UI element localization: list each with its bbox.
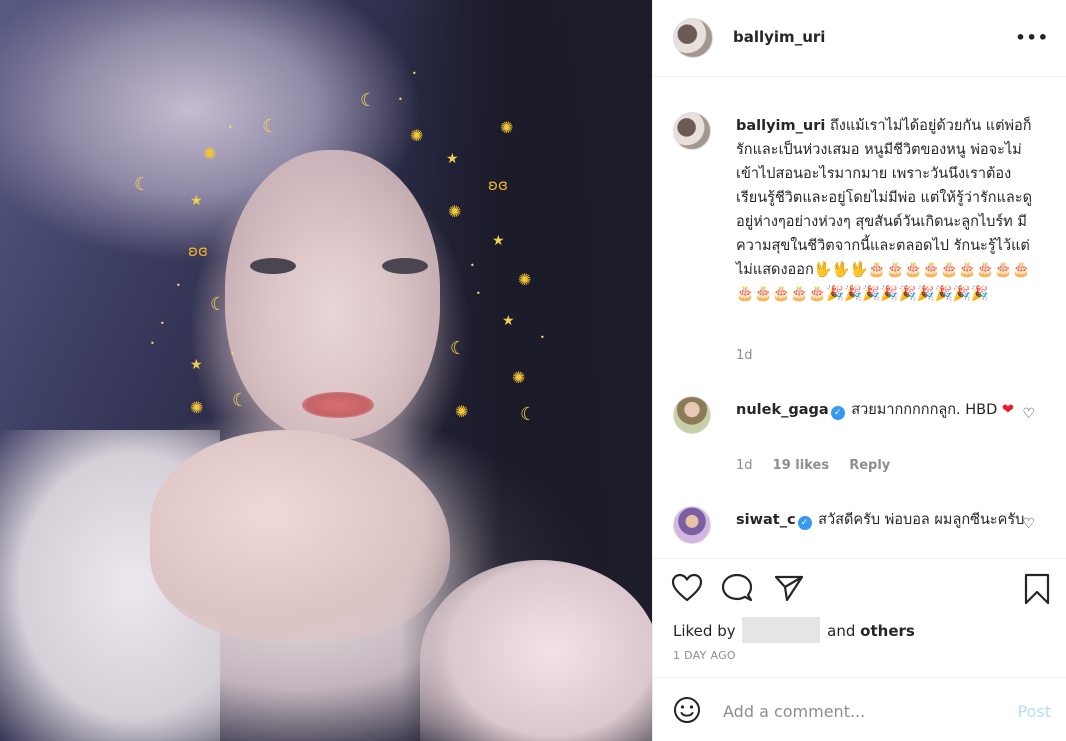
comment-body: สวัสดีครับ พ่อบอล ผมลูกซีนะครับ [818, 512, 1025, 528]
filter-moon: ☾ [210, 294, 227, 315]
liked-by: Liked by and others [673, 617, 915, 643]
avatar[interactable] [673, 112, 711, 150]
filter-dot: • [150, 339, 155, 348]
comments-list[interactable]: ballyim_uri ถึงแม้เราไม่ได้อยู่ด้วยกัน แ… [653, 78, 1066, 558]
filter-star: ★ [190, 193, 203, 209]
photo-lips [302, 392, 374, 418]
filter-sun: ✺ [455, 402, 469, 421]
comment-like-heart-icon[interactable]: ♡ [1022, 406, 1035, 422]
caption-time[interactable]: 1d [736, 348, 753, 363]
post-side-panel: ballyim_uri ••• ballyim_uri ถึงแม้เราไม่… [652, 0, 1066, 741]
filter-sun: ✺ [410, 126, 424, 145]
filter-butterfly: ʚɞ [488, 176, 508, 194]
filter-dot: • [412, 69, 417, 78]
filter-dot: • [228, 123, 233, 132]
filter-dot: • [160, 319, 165, 328]
liked-by-prefix: Liked by [673, 622, 736, 640]
filter-sun: ✺ [203, 144, 217, 163]
bookmark-icon[interactable] [1023, 573, 1051, 609]
filter-sun: ✺ [518, 270, 532, 289]
post-photo[interactable]: ☾ ☾ ☾ ☾ ☾ ☾ ☾ ✺ ✺ ✺ ✺ ✺ ✺ ✺ ✺ ★ ★ ★ ★ ★ … [0, 0, 652, 741]
filter-sun: ✺ [512, 368, 526, 387]
filter-star: ★ [446, 151, 459, 167]
filter-butterfly: ʚɞ [188, 242, 208, 260]
filter-dot: • [476, 289, 481, 298]
comment-like-heart-icon[interactable]: ♡ [1022, 516, 1035, 532]
comment-time[interactable]: 1d [736, 458, 753, 473]
comment-username[interactable]: nulek_gaga [736, 402, 829, 418]
liked-by-redacted-user [742, 617, 821, 643]
filter-moon: ☾ [360, 90, 377, 111]
filter-moon: ☾ [520, 404, 537, 425]
liked-by-others-link[interactable]: others [860, 622, 915, 640]
photo-eye-right [382, 258, 428, 274]
verified-badge-icon: ✓ [797, 516, 812, 530]
verified-badge-icon: ✓ [830, 406, 845, 420]
caption-text: ballyim_uri ถึงแม้เราไม่ได้อยู่ด้วยกัน แ… [736, 114, 1041, 306]
post-username[interactable]: ballyim_uri [733, 28, 825, 46]
filter-dot: • [540, 333, 545, 342]
filter-dot: • [230, 349, 235, 358]
comment-text: nulek_gaga ✓ สวยมากกกกกลูก. HBD ❤ [736, 398, 1026, 422]
filter-dot: • [176, 281, 181, 290]
comment-username[interactable]: siwat_c [736, 512, 796, 528]
caption-body: ถึงแม้เราไม่ได้อยู่ด้วยกัน แต่พ่อก็รักแล… [736, 118, 1033, 302]
liked-by-and: and [827, 622, 856, 640]
filter-star: ★ [190, 357, 203, 373]
filter-star: ★ [502, 313, 515, 329]
comment-meta: 1d 19 likes Reply [736, 458, 906, 473]
emoji-icon[interactable] [673, 696, 701, 728]
caption-username[interactable]: ballyim_uri [736, 118, 825, 134]
filter-star: ★ [492, 233, 505, 249]
filter-moon: ☾ [134, 174, 151, 195]
more-options-icon[interactable]: ••• [1015, 28, 1049, 47]
comment-body: สวยมากกกกกลูก. HBD [851, 402, 998, 418]
comment-text: siwat_c ✓ สวัสดีครับ พ่อบอล ผมลูกซีนะครับ [736, 508, 1026, 532]
heart-icon[interactable] [671, 573, 703, 607]
post-date[interactable]: 1 DAY AGO [673, 649, 736, 662]
filter-moon: ☾ [450, 338, 467, 359]
avatar[interactable] [673, 18, 713, 58]
post-actions: Liked by and others 1 DAY AGO [653, 558, 1066, 676]
post-header: ballyim_uri ••• [653, 0, 1066, 77]
filter-sun: ✺ [190, 398, 204, 417]
filter-moon: ☾ [232, 390, 249, 411]
filter-dot: • [470, 261, 475, 270]
avatar[interactable] [673, 506, 711, 544]
post-button[interactable]: Post [1018, 702, 1051, 721]
filter-dot: • [398, 95, 403, 104]
filter-moon: ☾ [262, 116, 279, 137]
filter-sun: ✺ [500, 118, 514, 137]
comment-input[interactable] [723, 698, 993, 724]
add-comment-bar: Post [653, 677, 1066, 741]
comment-icon[interactable] [721, 573, 753, 607]
share-icon[interactable] [773, 573, 805, 607]
filter-sun: ✺ [448, 202, 462, 221]
red-heart-emoji: ❤ [1001, 402, 1015, 418]
comment-likes[interactable]: 19 likes [773, 458, 829, 473]
avatar[interactable] [673, 396, 711, 434]
photo-eye-left [250, 258, 296, 274]
reply-button[interactable]: Reply [849, 458, 890, 473]
